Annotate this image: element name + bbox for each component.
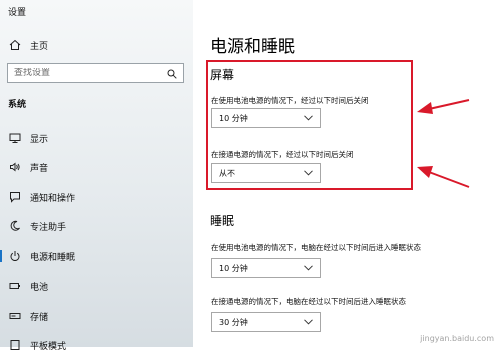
page-title: 电源和睡眠 xyxy=(210,37,295,57)
sidebar-item-label: 专注助手 xyxy=(30,222,67,233)
sidebar-item-label: 声音 xyxy=(30,163,49,174)
tablet-icon xyxy=(8,338,22,352)
sidebar-item-storage[interactable]: 存储 xyxy=(0,307,193,325)
sidebar-item-label: 电池 xyxy=(30,282,49,293)
moon-icon xyxy=(8,219,22,233)
home-label: 主页 xyxy=(30,41,49,52)
sleep-battery-label: 在使用电池电源的情况下，电脑在经过以下时间后进入睡眠状态 xyxy=(211,243,421,252)
sidebar-item-label: 通知和操作 xyxy=(30,193,76,204)
home-nav-item[interactable]: 主页 xyxy=(8,38,48,52)
sidebar: 设置 主页 系统 显示 声音 通知和操作 专注助手 xyxy=(0,0,193,352)
app-title: 设置 xyxy=(8,8,27,18)
sleep-plugged-label: 在接通电源的情况下，电脑在经过以下时间后进入睡眠状态 xyxy=(211,297,406,306)
battery-icon xyxy=(8,279,22,293)
screen-battery-select[interactable]: 10 分钟 xyxy=(211,108,321,128)
select-value: 10 分钟 xyxy=(219,113,248,123)
search-icon[interactable] xyxy=(167,64,177,83)
annotation-arrow-icon xyxy=(417,166,470,188)
sidebar-item-label: 存储 xyxy=(30,312,49,323)
chevron-down-icon xyxy=(304,318,313,327)
sidebar-item-display[interactable]: 显示 xyxy=(0,129,193,147)
sidebar-item-label: 电源和睡眠 xyxy=(30,252,76,263)
storage-icon xyxy=(8,309,22,323)
sleep-battery-select[interactable]: 10 分钟 xyxy=(211,258,321,278)
select-value: 从不 xyxy=(219,168,235,178)
chevron-down-icon xyxy=(304,114,313,123)
section-label: 系统 xyxy=(8,100,27,110)
search-box[interactable] xyxy=(7,63,184,83)
annotation-arrow-icon xyxy=(417,99,470,114)
monitor-icon xyxy=(8,131,22,145)
select-value: 10 分钟 xyxy=(219,263,248,273)
sleep-heading: 睡眠 xyxy=(210,214,235,228)
power-icon xyxy=(8,249,22,263)
watermark: jingyan.baidu.com xyxy=(420,334,494,343)
screen-battery-label: 在使用电池电源的情况下，经过以下时间后关闭 xyxy=(211,96,369,105)
sidebar-item-label: 平板模式 xyxy=(30,341,67,352)
notification-icon xyxy=(8,190,22,204)
select-value: 30 分钟 xyxy=(219,317,248,327)
chevron-down-icon xyxy=(304,169,313,178)
sleep-plugged-select[interactable]: 30 分钟 xyxy=(211,312,321,332)
home-icon xyxy=(8,38,22,52)
sidebar-item-tablet-mode[interactable]: 平板模式 xyxy=(0,336,193,354)
chevron-down-icon xyxy=(304,264,313,273)
speaker-icon xyxy=(8,160,22,174)
sidebar-item-power-sleep[interactable]: 电源和睡眠 xyxy=(0,247,193,265)
sidebar-item-sound[interactable]: 声音 xyxy=(0,158,193,176)
main-content: 电源和睡眠 屏幕 在使用电池电源的情况下，经过以下时间后关闭 10 分钟 在接通… xyxy=(193,0,500,347)
screen-plugged-label: 在接通电源的情况下，经过以下时间后关闭 xyxy=(211,150,354,159)
sidebar-item-focus-assist[interactable]: 专注助手 xyxy=(0,217,193,235)
screen-heading: 屏幕 xyxy=(210,68,235,82)
search-input[interactable] xyxy=(14,68,154,78)
screen-plugged-select[interactable]: 从不 xyxy=(211,163,321,183)
sidebar-item-notifications[interactable]: 通知和操作 xyxy=(0,188,193,206)
sidebar-item-label: 显示 xyxy=(30,134,49,145)
sidebar-item-battery[interactable]: 电池 xyxy=(0,277,193,295)
